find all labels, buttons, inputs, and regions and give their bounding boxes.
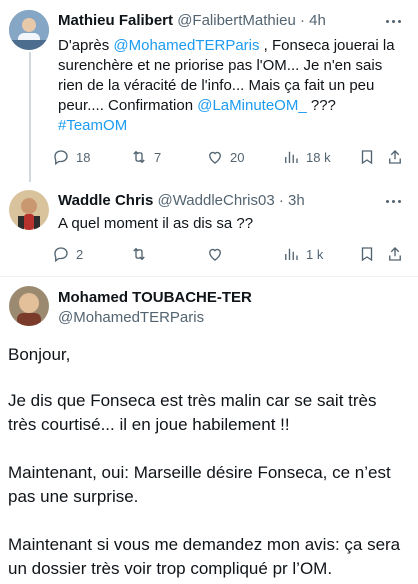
reply-count: 2 xyxy=(76,246,84,262)
author-handle[interactable]: @MohamedTERParis xyxy=(58,308,204,328)
text-segment: ??? xyxy=(306,97,336,114)
tweet-paragraph: Maintenant, oui: Marseille désire Fonsec… xyxy=(8,463,391,506)
avatar-image xyxy=(9,10,49,50)
repost-icon xyxy=(133,247,145,261)
avatar[interactable] xyxy=(9,10,49,50)
views-button[interactable]: 1 k xyxy=(282,244,323,264)
reply-icon xyxy=(54,150,68,166)
more-icon[interactable] xyxy=(384,191,404,211)
reply-icon xyxy=(54,247,68,263)
avatar-image xyxy=(9,190,49,230)
tweet-paragraph: Bonjour, xyxy=(8,345,71,364)
action-bar: 2 1 k xyxy=(52,244,407,264)
bookmark-button[interactable] xyxy=(358,147,376,167)
timestamp[interactable]: 4h xyxy=(309,12,326,29)
tweet-paragraph: Maintenant si vous me demandez mon avis:… xyxy=(8,535,401,578)
thread-line xyxy=(29,52,31,182)
repost-icon xyxy=(133,150,145,164)
text-segment: D'après xyxy=(58,37,114,54)
share-icon xyxy=(389,247,401,261)
views-icon xyxy=(285,151,298,163)
views-count: 18 k xyxy=(306,149,331,165)
divider xyxy=(0,276,418,277)
like-icon xyxy=(209,248,221,261)
views-icon xyxy=(285,248,298,260)
tweet-text: A quel moment il as dis sa ?? xyxy=(58,215,254,232)
like-count: 20 xyxy=(230,149,245,165)
views-button[interactable]: 18 k xyxy=(282,147,331,167)
repost-count: 7 xyxy=(154,149,162,165)
author-name[interactable]: Mohamed TOUBACHE-TER xyxy=(58,288,252,308)
avatar[interactable] xyxy=(9,190,49,230)
author-name[interactable]: Mathieu Falibert xyxy=(58,12,173,29)
repost-button[interactable]: 7 xyxy=(130,147,161,167)
avatar[interactable] xyxy=(9,286,49,326)
like-button[interactable]: 20 xyxy=(206,147,244,167)
share-button[interactable] xyxy=(386,244,404,264)
tweet-header: Waddle Chris @WaddleChris03 · 3h xyxy=(58,191,305,211)
author-name[interactable]: Waddle Chris xyxy=(58,192,153,209)
separator: · xyxy=(278,192,284,209)
views-count: 1 k xyxy=(306,246,324,262)
action-bar: 18 7 20 18 k xyxy=(52,147,407,167)
reply-button[interactable]: 18 xyxy=(52,147,90,167)
bookmark-icon xyxy=(361,247,373,262)
reply-button[interactable]: 2 xyxy=(52,244,83,264)
mention-link[interactable]: @MohamedTERParis xyxy=(113,37,259,54)
like-button[interactable] xyxy=(206,244,230,264)
bookmark-icon xyxy=(361,150,373,165)
share-button[interactable] xyxy=(386,147,404,167)
author-handle[interactable]: @WaddleChris03 xyxy=(157,192,274,209)
more-icon[interactable] xyxy=(384,11,404,31)
tweet-paragraph: Je dis que Fonseca est très malin car se… xyxy=(8,391,377,434)
like-icon xyxy=(209,151,221,164)
avatar-image xyxy=(9,286,49,326)
reply-count: 18 xyxy=(76,149,91,165)
share-icon xyxy=(389,150,401,164)
hashtag-link[interactable]: #TeamOM xyxy=(58,117,127,134)
separator: · xyxy=(299,12,305,29)
tweet-text: D'après @MohamedTERParis , Fonseca jouer… xyxy=(58,36,398,136)
tweet-header: Mathieu Falibert @FalibertMathieu · 4h xyxy=(58,11,326,31)
mention-link[interactable]: @LaMinuteOM_ xyxy=(197,97,306,114)
bookmark-button[interactable] xyxy=(358,244,376,264)
timestamp[interactable]: 3h xyxy=(288,192,305,209)
author-handle[interactable]: @FalibertMathieu xyxy=(177,12,296,29)
repost-button[interactable] xyxy=(130,244,154,264)
